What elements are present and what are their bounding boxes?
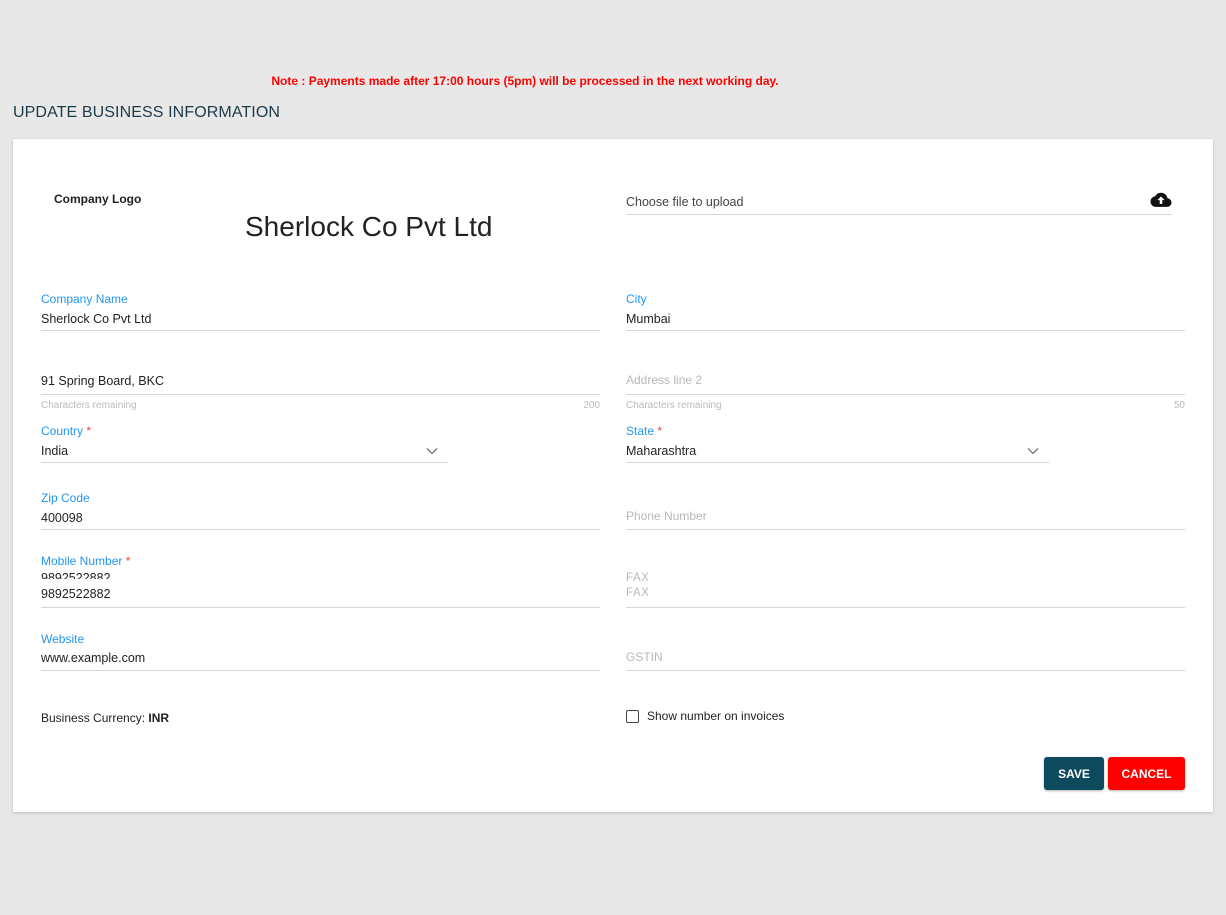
business-info-card: Company Logo Sherlock Co Pvt Ltd Choose … [13,139,1213,812]
mobile-number-value: 9892522882 [41,587,111,601]
company-logo-label: Company Logo [54,192,142,206]
state-underline [626,462,1049,463]
country-underline [41,462,448,463]
page-title: UPDATE BUSINESS INFORMATION [13,104,281,121]
mobile-number-label: Mobile Number [41,554,123,568]
state-select[interactable]: State * Maharashtra [626,422,1049,464]
city-value: Mumbai [626,312,671,326]
company-name-value: Sherlock Co Pvt Ltd [41,312,152,326]
fax-underline [626,607,1185,608]
company-logo-text: Sherlock Co Pvt Ltd [245,211,493,242]
fax-placeholder: FAX [626,587,650,599]
zip-code-value: 400098 [41,511,83,525]
gstin-placeholder: GSTIN [626,650,663,664]
state-label: State [626,424,655,438]
address-line1-count: 200 [583,400,600,411]
zip-code-field[interactable]: Zip Code 400098 [41,489,600,531]
zip-code-underline [41,529,600,530]
phone-number-field[interactable]: Phone Number [626,503,1185,531]
payment-note: Note : Payments made after 17:00 hours (… [271,74,779,88]
address-line1-value: 91 Spring Board, BKC [41,374,164,388]
cloud-upload-icon[interactable] [1150,192,1172,213]
save-button[interactable]: SAVE [1044,757,1104,790]
business-currency-value: INR [148,711,170,725]
country-required: * [86,424,92,438]
city-underline [626,330,1185,331]
address-line1-underline [41,394,600,395]
address-line2-placeholder: Address line 2 [626,373,703,387]
mobile-number-field[interactable]: Mobile Number * 9892522882 9892522882 [41,552,600,609]
address-line1-hint: Characters remaining [41,400,137,411]
state-required: * [657,424,663,438]
company-name-field[interactable]: Company Name Sherlock Co Pvt Ltd [41,290,600,332]
country-label: Country [41,424,84,438]
website-label: Website [41,632,85,646]
city-field[interactable]: City Mumbai [626,290,1185,332]
fax-field[interactable]: FAX FAX [626,570,1185,609]
phone-number-underline [626,529,1185,530]
website-value: www.example.com [41,651,146,665]
mobile-number-overlay-text: 9892522882 [41,571,111,579]
show-number-label: Show number on invoices [647,709,785,723]
fax-label: FAX [626,572,650,584]
address-line1-field[interactable]: 91 Spring Board, BKC [41,367,600,395]
phone-number-placeholder: Phone Number [626,509,707,523]
country-value: India [41,444,69,458]
cancel-button[interactable]: CANCEL [1108,757,1185,790]
company-name-underline [41,330,600,331]
address-line2-count: 50 [1173,400,1185,411]
zip-code-label: Zip Code [41,491,90,505]
upload-underline [626,214,1172,215]
country-select[interactable]: Country * India [41,422,448,464]
gstin-underline [626,670,1185,671]
business-currency-label: Business Currency: [41,711,146,725]
address-line2-field[interactable]: Address line 2 [626,367,1185,395]
show-number-checkbox[interactable] [626,709,639,723]
gstin-field[interactable]: GSTIN [626,644,1185,672]
chevron-down-icon [1027,448,1039,455]
mobile-required: * [125,554,131,568]
address-line2-hint: Characters remaining [626,400,722,411]
city-label: City [626,292,647,306]
chevron-down-icon [426,448,438,455]
company-name-label: Company Name [41,292,128,306]
address-line2-underline [626,394,1185,395]
file-upload-field[interactable]: Choose file to upload [626,187,1172,215]
website-field[interactable]: Website www.example.com [41,630,600,672]
show-number-on-invoices[interactable]: Show number on invoices [626,709,784,723]
mobile-number-overlay: 9892522882 [41,571,111,579]
business-currency: Business Currency: INR [41,711,169,725]
upload-placeholder: Choose file to upload [626,195,744,209]
mobile-number-underline [41,607,600,608]
website-underline [41,670,600,671]
state-value: Maharashtra [626,444,697,458]
